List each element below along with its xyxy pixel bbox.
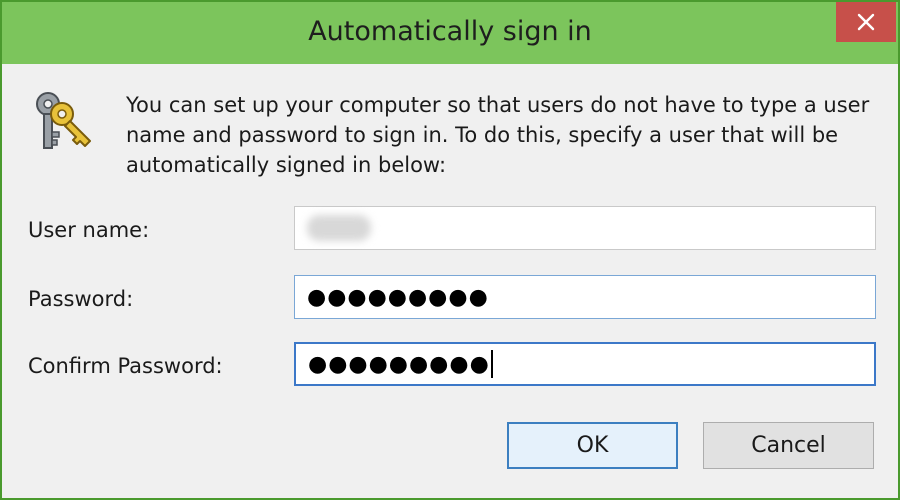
close-button[interactable]: [836, 2, 896, 42]
password-field[interactable]: ●●●●●●●●●: [294, 275, 876, 319]
confirm-password-label: Confirm Password:: [28, 354, 223, 378]
confirm-password-value: ●●●●●●●●●: [308, 351, 490, 377]
user-name-field[interactable]: [294, 206, 876, 250]
password-value: ●●●●●●●●●: [307, 284, 489, 310]
ok-button[interactable]: OK: [507, 422, 678, 469]
text-caret: [490, 350, 493, 378]
window-title: Automatically sign in: [308, 16, 592, 47]
cancel-button[interactable]: Cancel: [703, 422, 874, 469]
keys-icon: [28, 88, 98, 158]
confirm-password-field[interactable]: ●●●●●●●●●: [294, 342, 876, 386]
close-icon: [857, 13, 875, 31]
redacted-user-name: [307, 215, 371, 241]
user-name-label: User name:: [28, 218, 150, 242]
auto-signin-dialog: Automatically sign in You can set up you…: [0, 0, 900, 500]
instructions-text: You can set up your computer so that use…: [126, 93, 870, 177]
title-bar[interactable]: Automatically sign in: [2, 2, 898, 64]
password-label: Password:: [28, 287, 134, 311]
